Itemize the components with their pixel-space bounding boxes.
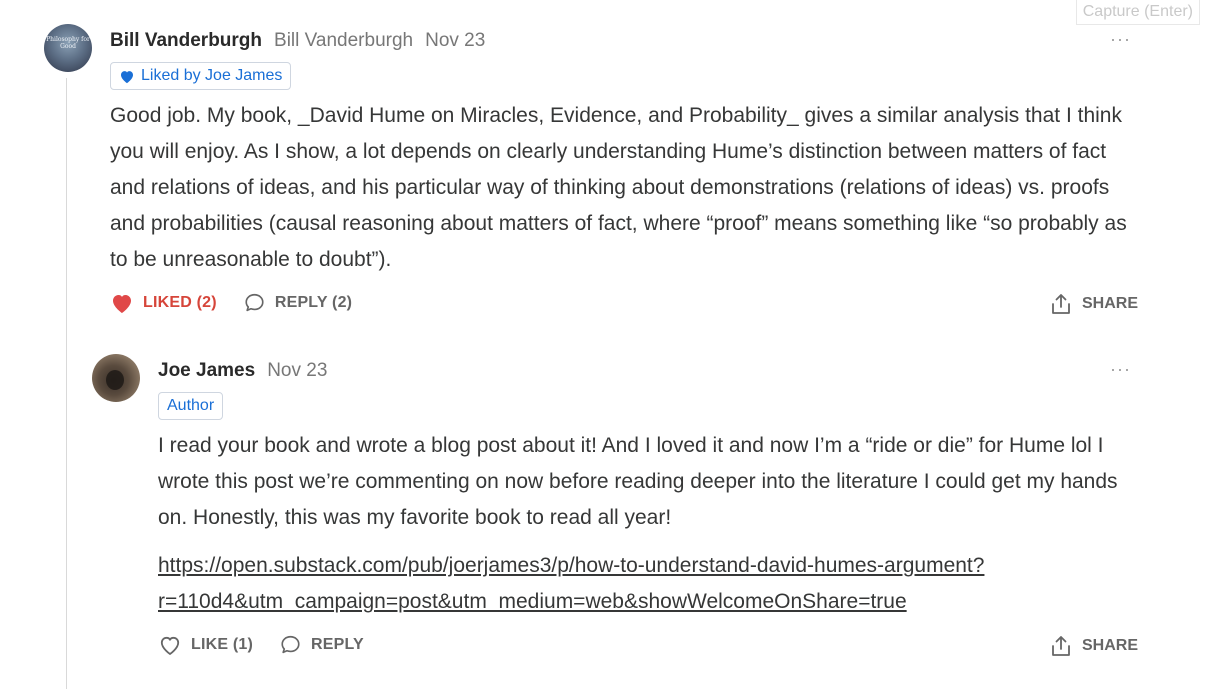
comment-actions: LIKE (1) REPLY [158,634,390,656]
like-button[interactable]: LIKE (1) [158,634,253,656]
author-badge: Author [158,392,224,420]
share-button[interactable]: SHARE [1050,634,1138,658]
liked-by-badge: Liked by Joe James [110,62,292,90]
comment-header: Joe James Nov 23 [158,360,327,382]
reply-label: REPLY [311,636,364,653]
comment-date[interactable]: Nov 23 [267,360,327,382]
comment-actions: LIKED (2) REPLY (2) [110,292,378,314]
author-name[interactable]: Joe James [158,360,255,382]
like-button[interactable]: LIKED (2) [110,292,217,314]
speech-bubble-icon [279,634,302,656]
author-name[interactable]: Bill Vanderburgh [110,30,262,52]
link-line[interactable]: r=110d4&utm_campaign=post&utm_medium=web… [158,590,907,613]
avatar[interactable] [92,354,140,402]
avatar[interactable]: Philosophy for Good [44,24,92,72]
author-handle[interactable]: Bill Vanderburgh [274,30,413,52]
share-icon [1050,634,1072,658]
more-dots-icon[interactable]: ··· [1110,360,1131,378]
heart-filled-icon [119,69,135,84]
like-label: LIKED (2) [143,294,217,311]
link-line[interactable]: https://open.substack.com/pub/joerjames3… [158,554,984,577]
liked-by-label: Liked by Joe James [141,67,283,84]
speech-bubble-icon [243,292,266,314]
comment-date[interactable]: Nov 23 [425,30,485,52]
share-icon [1050,292,1072,316]
thread-line [66,78,67,689]
reply-button[interactable]: REPLY (2) [243,292,352,314]
more-dots-icon[interactable]: ··· [1110,30,1131,48]
capture-hint[interactable]: Capture (Enter) [1075,0,1200,25]
author-badge-label: Author [167,397,215,414]
comment-body: I read your book and wrote a blog post a… [158,434,1118,529]
like-label: LIKE (1) [191,636,254,653]
comment-body: Good job. My book, _David Hume on Miracl… [110,104,1127,271]
heart-filled-icon [110,292,134,314]
share-button[interactable]: SHARE [1050,292,1138,316]
reply-button[interactable]: REPLY [279,634,364,656]
share-label: SHARE [1082,637,1139,654]
reply-label: REPLY (2) [274,294,353,311]
comment-header: Bill Vanderburgh Bill Vanderburgh Nov 23 [110,30,485,52]
heart-outline-icon [158,634,182,656]
comment-link[interactable]: https://open.substack.com/pub/joerjames3… [158,548,1158,620]
share-label: SHARE [1082,295,1139,312]
avatar-text: Philosophy for Good [46,36,90,50]
